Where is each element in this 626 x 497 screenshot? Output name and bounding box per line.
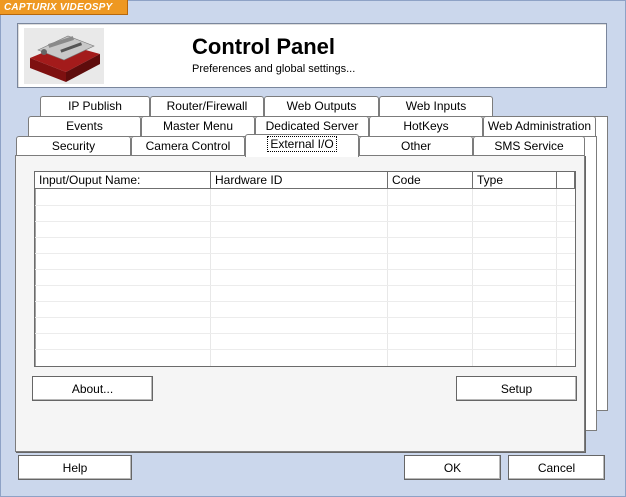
io-table[interactable]: Input/Ouput Name: Hardware ID Code Type xyxy=(34,171,576,367)
tab-dedicated-server[interactable]: Dedicated Server xyxy=(255,116,369,136)
help-button[interactable]: Help xyxy=(18,455,132,480)
header-panel: Control Panel Preferences and global set… xyxy=(17,23,607,88)
column-header-hardware-id[interactable]: Hardware ID xyxy=(211,172,388,189)
column-header-name[interactable]: Input/Ouput Name: xyxy=(35,172,211,189)
tab-ip-publish[interactable]: IP Publish xyxy=(40,96,150,116)
tab-other[interactable]: Other xyxy=(359,136,473,156)
io-table-body xyxy=(35,189,575,366)
about-button[interactable]: About... xyxy=(32,376,153,401)
io-table-header: Input/Ouput Name: Hardware ID Code Type xyxy=(35,172,575,189)
column-header-filler xyxy=(557,172,575,189)
column-header-code[interactable]: Code xyxy=(388,172,473,189)
brand-label: CAPTURIX VIDEOSPY xyxy=(0,0,128,15)
tab-sms-service[interactable]: SMS Service xyxy=(473,136,585,156)
tab-events[interactable]: Events xyxy=(28,116,141,136)
tab-router-firewall[interactable]: Router/Firewall xyxy=(150,96,264,116)
external-io-page: Input/Ouput Name: Hardware ID Code Type … xyxy=(15,155,585,452)
column-header-type[interactable]: Type xyxy=(473,172,557,189)
ok-button[interactable]: OK xyxy=(404,455,501,480)
toolbox-icon xyxy=(24,28,104,84)
cancel-button[interactable]: Cancel xyxy=(508,455,605,480)
tab-web-administration[interactable]: Web Administration xyxy=(483,116,596,136)
tab-hotkeys[interactable]: HotKeys xyxy=(369,116,483,136)
page-subtitle: Preferences and global settings... xyxy=(192,63,356,75)
setup-button[interactable]: Setup xyxy=(456,376,577,401)
tab-security[interactable]: Security xyxy=(16,136,131,156)
tab-camera-control[interactable]: Camera Control xyxy=(131,136,245,156)
tab-master-menu[interactable]: Master Menu xyxy=(141,116,255,136)
tab-external-io[interactable]: External I/O xyxy=(245,134,359,157)
page-title: Control Panel xyxy=(192,34,336,59)
tab-web-outputs[interactable]: Web Outputs xyxy=(264,96,379,116)
tab-web-inputs[interactable]: Web Inputs xyxy=(379,96,493,116)
